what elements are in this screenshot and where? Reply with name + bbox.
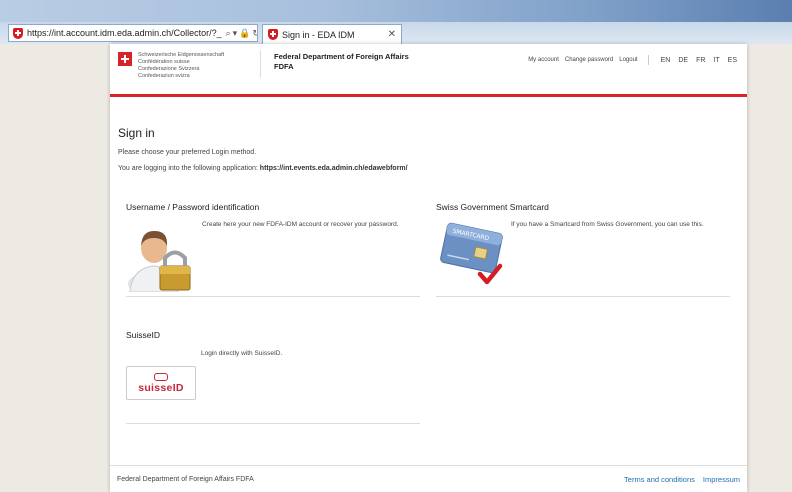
application-prefix: You are logging into the following appli… [118,165,258,172]
logout-link[interactable]: Logout [619,57,637,63]
page: Schweizerische Eidgenossenschaft Confédé… [110,44,747,492]
smartcard-text: If you have a Smartcard from Swiss Gover… [511,221,704,228]
terms-link[interactable]: Terms and conditions [624,475,695,484]
lang-de[interactable]: DE [678,57,688,64]
footer-links: Terms and conditions Impressum [624,475,740,484]
suisseid-text: Login directly with SuisseID. [201,350,283,357]
main-content: Sign in Please choose your preferred Log… [118,126,738,172]
suisseid-logo-text: suisseID [138,381,184,394]
lang-fr[interactable]: FR [696,57,705,64]
footer-department: Federal Department of Foreign Affairs FD… [117,475,254,483]
impressum-link[interactable]: Impressum [703,475,740,484]
smartcard-title[interactable]: Swiss Government Smartcard [436,202,730,212]
suisseid-title[interactable]: SuisseID [126,330,420,340]
userpass-text: Create here your new FDFA-IDM account or… [202,221,399,228]
site-header: Schweizerische Eidgenossenschaft Confédé… [110,44,747,97]
suisseid-logo[interactable]: suisseID [126,366,196,400]
confederation-brand[interactable]: Schweizerische Eidgenossenschaft Confédé… [118,52,224,80]
browser-chrome: https://int.account.idm.eda.admin.ch/Col… [0,0,792,44]
header-divider [647,55,649,65]
login-option-suisseid[interactable]: SuisseID Login directly with SuisseID. s… [126,330,420,424]
lang-es[interactable]: ES [728,57,737,64]
site-footer: Federal Department of Foreign Affairs FD… [110,465,747,492]
site-shield-icon [13,27,23,39]
address-bar[interactable]: https://int.account.idm.eda.admin.ch/Col… [8,24,258,42]
application-line: You are logging into the following appli… [118,165,738,172]
lang-it[interactable]: IT [713,57,719,64]
smartcard-icon[interactable]: SMARTCARD [436,222,506,288]
header-links: My account Change password Logout EN DE … [528,55,737,65]
page-title: Sign in [118,126,155,140]
userpass-title[interactable]: Username / Password identification [126,202,420,212]
department-name: Federal Department of Foreign Affairs FD… [274,52,409,72]
browser-title-strip [0,0,792,22]
suisseid-badge-icon [154,372,168,381]
address-bar-icons[interactable]: ⌕▾🔒↻ [226,28,257,39]
application-url: https://int.events.eda.admin.ch/edawebfo… [259,165,408,172]
tab-title: Sign in - EDA IDM [282,29,355,40]
brand-line-fr: Confédération suisse [138,59,190,65]
swiss-flag-icon [118,52,132,66]
change-password-link[interactable]: Change password [565,57,613,63]
brand-divider [260,50,261,78]
tab-close-icon[interactable]: ✕ [388,29,396,40]
department-abbr: FDFA [274,62,294,71]
brand-text: Schweizerische Eidgenossenschaft Confédé… [138,52,224,80]
user-lock-icon[interactable] [126,220,198,292]
lang-en[interactable]: EN [661,57,671,64]
department-full: Federal Department of Foreign Affairs [274,52,409,61]
browser-tab[interactable]: Sign in - EDA IDM ✕ [262,24,402,44]
brand-line-it: Confederazione Svizzera [138,66,200,72]
login-hint: Please choose your preferred Login metho… [118,149,257,156]
tab-shield-icon [268,29,278,40]
login-option-userpass[interactable]: Username / Password identification Creat… [126,202,420,297]
login-option-smartcard[interactable]: Swiss Government Smartcard SMARTCARD If … [436,202,730,297]
address-url[interactable]: https://int.account.idm.eda.admin.ch/Col… [27,28,222,38]
my-account-link[interactable]: My account [528,57,559,63]
brand-line-de: Schweizerische Eidgenossenschaft [138,52,225,58]
brand-line-rm: Confederaziun svizra [138,73,190,79]
